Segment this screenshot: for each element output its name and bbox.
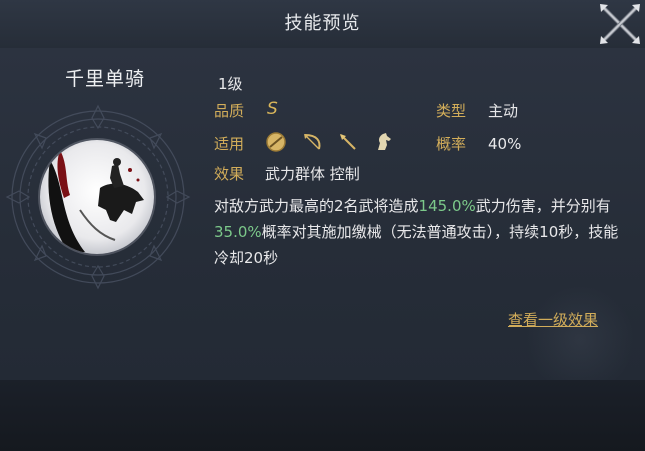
desc-value-1: 145.0% (418, 197, 476, 215)
decor-glow (525, 285, 635, 395)
close-button[interactable] (598, 2, 642, 46)
bow-unit-icon[interactable] (301, 131, 323, 153)
rate-value: 40% (488, 135, 522, 153)
close-x-icon (600, 4, 640, 44)
quality-value: S (267, 99, 278, 119)
skill-level: 1级 (218, 75, 243, 93)
page-title: 技能预览 (284, 13, 361, 34)
spear-unit-icon[interactable] (337, 131, 359, 153)
skill-description: 对敌方武力最高的2名武将造成145.0%武力伤害，并分别有 35.0%概率对其施加… (214, 193, 624, 271)
desc-part-3: 概率对其施加缴械（无法普通攻击），持续10秒，技能冷却20秒 (214, 223, 619, 267)
shield-unit-icon[interactable] (265, 131, 287, 153)
desc-part-1: 对敌方武力最高的2名武将造成 (214, 197, 419, 215)
effect-tags: 武力群体 控制 (265, 165, 360, 183)
rate-label: 概率 (436, 135, 467, 153)
bottom-strip (0, 380, 645, 451)
cavalry-unit-icon[interactable] (373, 131, 395, 153)
skill-portrait (40, 140, 154, 254)
quality-label: 品质 (214, 102, 245, 120)
desc-value-2: 35.0% (214, 223, 262, 241)
type-value: 主动 (488, 102, 519, 120)
type-label: 类型 (436, 102, 467, 120)
view-level-one-link[interactable]: 查看一级效果 (508, 309, 598, 330)
desc-part-2: 武力伤害，并分别有 (475, 197, 611, 215)
skill-name: 千里单骑 (64, 68, 145, 90)
apply-label: 适用 (214, 135, 245, 153)
effect-label: 效果 (214, 165, 245, 183)
